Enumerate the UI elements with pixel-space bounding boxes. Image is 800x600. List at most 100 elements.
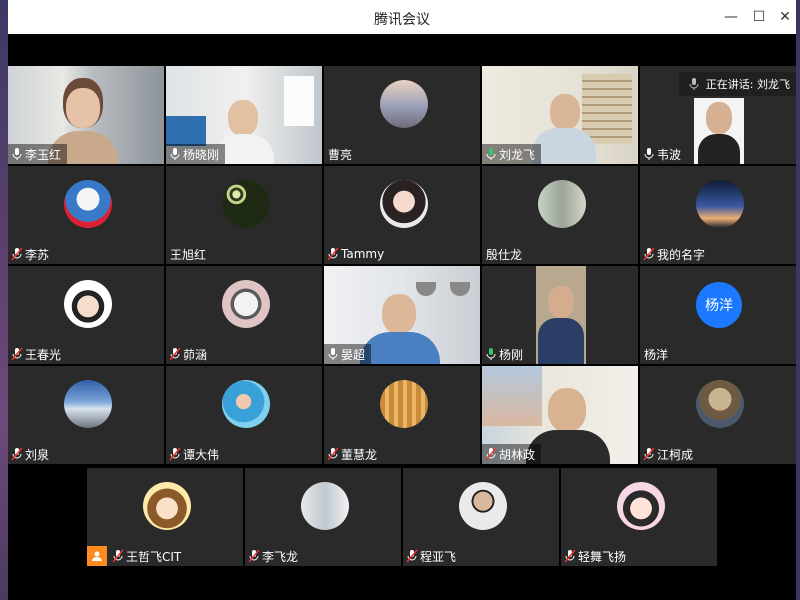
participant-tile[interactable]: 殷仕龙 [482, 166, 638, 264]
mic-muted-icon [406, 549, 418, 563]
participant-name: 胡林政 [499, 447, 536, 462]
participant-tile[interactable]: 王旭红 [166, 166, 322, 264]
meeting-window: 腾讯会议 — ☐ ✕ 李玉红 杨晓刚 曹亮 刘龙飞 韦波 李苏 王旭红 Tamm… [8, 0, 796, 600]
window-title: 腾讯会议 [374, 12, 430, 28]
name-tag: 王旭红 [166, 244, 212, 264]
participant-name: 茆涵 [183, 347, 208, 362]
participant-avatar [222, 280, 270, 328]
mic-icon [486, 148, 496, 160]
mic-muted-icon [327, 447, 339, 461]
participant-tile-active-speaker[interactable]: 刘龙飞 [482, 66, 638, 164]
participant-video [536, 266, 586, 364]
mic-muted-icon [11, 247, 23, 261]
participant-name: 晏超 [341, 347, 366, 362]
participant-avatar [301, 482, 349, 530]
participant-name: 江柯成 [657, 447, 694, 462]
host-badge-icon [87, 546, 107, 566]
participant-avatar [380, 380, 428, 428]
participant-name: 李玉红 [25, 147, 62, 162]
participant-avatar [538, 180, 586, 228]
name-tag: 杨刚 [482, 344, 529, 364]
participant-avatar [696, 380, 744, 428]
participant-tile[interactable]: 我的名字 [640, 166, 796, 264]
participant-avatar [143, 482, 191, 530]
participant-avatar [380, 180, 428, 228]
participant-avatar [64, 180, 112, 228]
mic-muted-icon [169, 447, 181, 461]
participant-tile[interactable]: 程亚飞 [403, 468, 559, 566]
participant-name: 杨晓刚 [183, 147, 220, 162]
name-tag: 李苏 [8, 244, 55, 264]
participant-tile[interactable]: 董慧龙 [324, 366, 480, 464]
participant-tile[interactable]: 江柯成 [640, 366, 796, 464]
participant-tile[interactable]: Tammy [324, 166, 480, 264]
maximize-button[interactable]: ☐ [748, 6, 770, 28]
title-bar: 腾讯会议 — ☐ ✕ [8, 0, 796, 34]
mic-icon [644, 148, 654, 160]
participant-name: 我的名字 [657, 247, 706, 262]
participant-tile[interactable]: 李飞龙 [245, 468, 401, 566]
participant-video [694, 98, 744, 164]
participant-tile[interactable]: 杨洋 杨洋 [640, 266, 796, 364]
name-tag: 董慧龙 [324, 444, 383, 464]
participant-avatar [696, 180, 744, 228]
name-tag: 轻舞飞扬 [561, 546, 632, 566]
mic-icon [12, 148, 22, 160]
participant-name: 程亚飞 [420, 549, 457, 564]
participant-name: 王春光 [25, 347, 62, 362]
participant-name: 杨洋 [644, 347, 669, 362]
participant-tile[interactable]: 谭大伟 [166, 366, 322, 464]
participant-name: 刘龙飞 [499, 147, 536, 162]
name-tag: 胡林政 [482, 444, 542, 464]
participant-tile[interactable]: 杨晓刚 [166, 66, 322, 164]
participant-tile[interactable]: 王春光 [8, 266, 164, 364]
close-button[interactable]: ✕ [774, 6, 796, 28]
participant-tile[interactable]: 李苏 [8, 166, 164, 264]
participant-name: Tammy [341, 247, 385, 261]
name-tag: 刘龙飞 [482, 144, 542, 164]
participant-avatar [64, 380, 112, 428]
participant-tile[interactable]: 杨刚 [482, 266, 638, 364]
mic-muted-icon [643, 447, 655, 461]
participant-tile[interactable]: 胡林政 [482, 366, 638, 464]
desktop-edge-right [796, 0, 800, 600]
mic-muted-icon [485, 447, 497, 461]
speaking-label: 正在讲话: 刘龙飞 [705, 78, 790, 91]
mic-icon [170, 148, 180, 160]
participant-name: 李苏 [25, 247, 50, 262]
name-tag: 殷仕龙 [482, 244, 528, 264]
mic-muted-icon [169, 347, 181, 361]
participant-tile[interactable]: 曹亮 [324, 66, 480, 164]
name-tag: 李玉红 [8, 144, 68, 164]
participant-avatar [459, 482, 507, 530]
mic-icon [328, 348, 338, 360]
participant-name: 曹亮 [328, 147, 353, 162]
participant-tile[interactable]: 茆涵 [166, 266, 322, 364]
participant-name: 杨刚 [499, 347, 524, 362]
active-speaker-indicator: 正在讲话: 刘龙飞 [678, 72, 796, 96]
desktop-edge-left [0, 0, 8, 600]
name-tag: 程亚飞 [403, 546, 462, 566]
participant-avatar [222, 380, 270, 428]
participant-tile[interactable]: 刘泉 [8, 366, 164, 464]
participant-name: 董慧龙 [341, 447, 378, 462]
participant-tile[interactable]: 李玉红 [8, 66, 164, 164]
name-tag: 谭大伟 [166, 444, 225, 464]
participant-name: 王旭红 [170, 247, 207, 262]
participant-tile[interactable]: 轻舞飞扬 [561, 468, 717, 566]
top-toolbar-strip [8, 34, 796, 66]
name-tag: 杨洋 [640, 344, 674, 364]
participant-name: 韦波 [657, 147, 682, 162]
participant-name: 王哲飞CIT [126, 549, 182, 564]
participant-name: 刘泉 [25, 447, 50, 462]
mic-muted-icon [564, 549, 576, 563]
participant-tile[interactable]: 王哲飞CIT [87, 468, 243, 566]
name-tag: Tammy [324, 244, 390, 264]
name-tag: 我的名字 [640, 244, 711, 264]
speaker-mic-icon [689, 78, 699, 90]
mic-muted-icon [112, 549, 124, 563]
minimize-button[interactable]: — [720, 6, 742, 28]
participant-tile[interactable]: 晏超 [324, 266, 480, 364]
name-tag: 茆涵 [166, 344, 213, 364]
participant-name: 殷仕龙 [486, 247, 523, 262]
